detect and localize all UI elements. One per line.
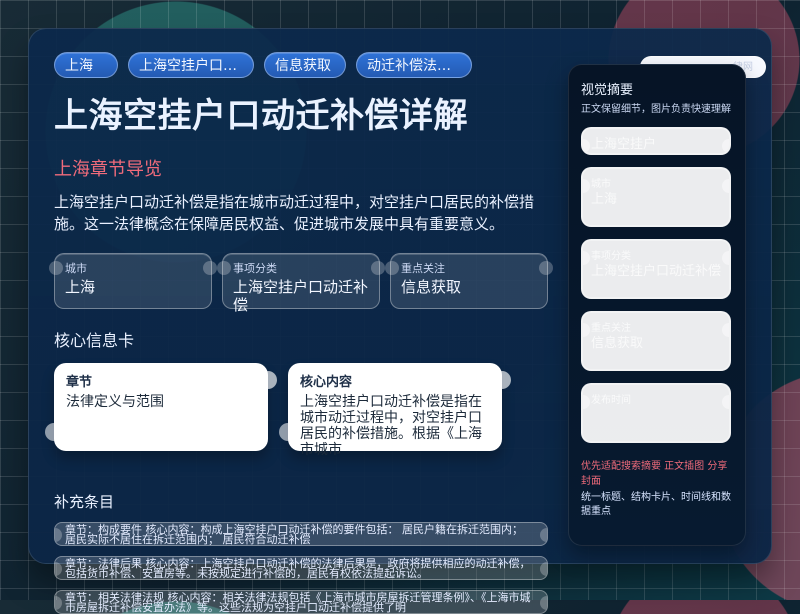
tile-key: 发布时间 — [591, 395, 631, 406]
sidebar-subtitle: 正文保留细节，图片负责快速理解 — [581, 104, 731, 115]
core-section-title: 核心信息卡 — [54, 331, 135, 350]
tile-value: 上海空挂户口动迁补偿 — [591, 264, 722, 279]
core-card-chapter: 章节 法律定义与范围 — [45, 363, 277, 451]
intro-text: 上海空挂户口动迁补偿是指在城市动迁过程中，对空挂户口居民的补偿措施。这一法律概念… — [54, 193, 535, 233]
page-title: 上海空挂户口动迁补偿详解 — [54, 96, 468, 136]
meta-card-category: 事项分类 上海空挂户口动迁补偿 — [217, 253, 385, 314]
summary-tile[interactable]: 上海空挂户 — [581, 127, 731, 155]
card-content: 法律定义与范围 — [66, 394, 164, 410]
card-title: 章节 — [66, 375, 93, 390]
meta-row: 城市 上海 事项分类 上海空挂户口动迁补偿 重点关注 信息获取 — [49, 253, 554, 314]
breadcrumb-item-focus[interactable]: 信息获取 — [264, 52, 346, 78]
sidebar-note-highlight: 优先适配搜索摘要 正文插图 分享封面 — [581, 461, 728, 487]
core-card-content: 核心内容 上海空挂户口动迁补偿是指在城市动迁过程中，对空挂户口居民的补偿措施。根… — [279, 363, 511, 458]
sidebar-title: 视觉摘要 — [581, 83, 634, 98]
meta-key: 重点关注 — [401, 262, 445, 275]
tile-value: 信息获取 — [591, 336, 644, 351]
card-title: 核心内容 — [300, 375, 353, 390]
tile-key: 重点关注 — [591, 323, 631, 334]
meta-key: 事项分类 — [233, 262, 277, 275]
meta-value: 信息获取 — [401, 278, 462, 296]
summary-tile-focus[interactable]: 重点关注 信息获取 — [581, 311, 731, 371]
summary-tile-city[interactable]: 城市 上海 — [581, 167, 731, 227]
supplement-item[interactable]: 章节：构成要件 核心内容：构成上海空挂户口动迁补偿的要件包括： 居民户籍在拆迁范… — [54, 522, 548, 546]
summary-tile-publish-time[interactable]: 发布时间 — [581, 383, 731, 443]
main-content: 上海 上海空挂户口动迁补偿 信息获取 动迁补偿法律规定 上海空挂户口动迁补偿详解… — [45, 50, 554, 614]
tile-value: 上海 — [591, 192, 618, 207]
supplement-title: 补充条目 — [54, 493, 115, 511]
tile-key: 事项分类 — [591, 251, 631, 262]
visual-summary-sidebar: 视觉摘要 正文保留细节，图片负责快速理解 上海空挂户 城市 上海 事项分类 上海… — [568, 64, 746, 546]
supplement-item[interactable]: 章节：法律后果 核心内容：上海空挂户口动迁补偿的法律后果是，政府将提供相应的动迁… — [54, 556, 548, 580]
core-cards: 章节 法律定义与范围 核心内容 上海空挂户口动迁补偿是指在城市动迁过程中，对空挂… — [45, 363, 554, 458]
meta-card-focus: 重点关注 信息获取 — [385, 253, 553, 309]
meta-card-city: 城市 上海 — [49, 253, 217, 309]
summary-tile-category[interactable]: 事项分类 上海空挂户口动迁补偿 — [581, 239, 731, 299]
breadcrumb-item-topic[interactable]: 上海空挂户口动迁补偿 — [128, 52, 254, 78]
sidebar-note: 统一标题、结构卡片、时间线和数据重点 — [581, 492, 731, 517]
tile-value: 上海空挂户 — [591, 137, 657, 152]
card-content: 上海空挂户口动迁补偿是指在城市动迁过程中，对空挂户口居民的补偿措施。根据《上海市… — [300, 394, 482, 458]
breadcrumb-item-city[interactable]: 上海 — [54, 52, 118, 78]
meta-key: 城市 — [65, 262, 87, 275]
supplement-item[interactable]: 章节：相关法律法规 核心内容：相关法律法规包括《上海市城市房屋拆迁管理条例》、《… — [54, 590, 548, 614]
meta-value: 上海 — [65, 278, 96, 296]
section-nav-title: 上海章节导览 — [54, 159, 162, 180]
breadcrumb-item-law[interactable]: 动迁补偿法律规定 — [356, 52, 472, 78]
meta-value: 上海空挂户口动迁补偿 — [233, 278, 369, 314]
breadcrumb: 上海 上海空挂户口动迁补偿 信息获取 动迁补偿法律规定 — [54, 52, 554, 78]
tile-key: 城市 — [591, 179, 611, 190]
supplement-list: 章节：构成要件 核心内容：构成上海空挂户口动迁补偿的要件包括： 居民户籍在拆迁范… — [54, 522, 548, 614]
